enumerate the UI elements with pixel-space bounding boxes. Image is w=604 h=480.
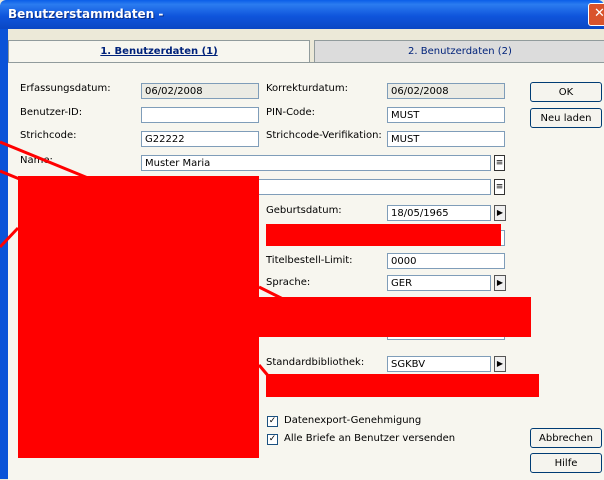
annotation-arrow-5 [257, 364, 272, 379]
annotation-arrow-3 [0, 226, 20, 249]
annotation-arrow-2 [0, 169, 96, 212]
annotation-arrows [0, 140, 286, 379]
annotation-arrow-4 [258, 285, 286, 302]
annotation-arrow-1 [0, 140, 89, 180]
